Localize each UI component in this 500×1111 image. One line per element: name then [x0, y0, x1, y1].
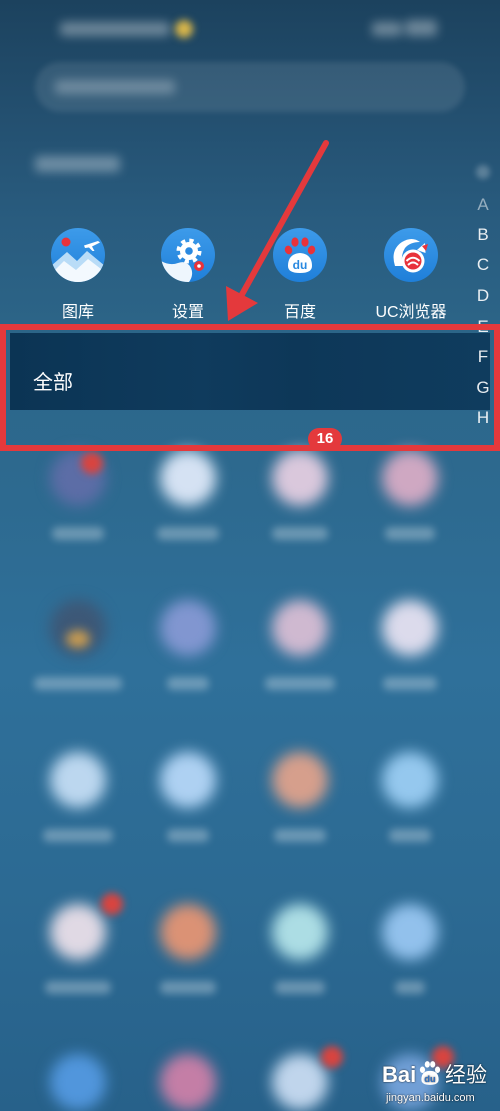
index-letter[interactable]: A [473, 195, 493, 215]
blurred-app-icon-detail [66, 630, 90, 648]
uc-browser-icon[interactable] [384, 228, 438, 282]
baidu-logo-text: du [293, 258, 308, 272]
blurred-app-label [272, 527, 328, 540]
blurred-app-label [43, 829, 113, 842]
blurred-app-icon [50, 904, 106, 960]
blurred-app-label [395, 981, 425, 994]
blurred-app-label [34, 677, 122, 690]
blurred-app-icon [272, 752, 328, 808]
app-label: 图库 [61, 304, 94, 321]
blurred-app-icon [272, 450, 328, 506]
blurred-app-label [160, 981, 216, 994]
blurred-app-icon [50, 1054, 106, 1110]
blurred-app-label [389, 829, 431, 842]
baidu-icon[interactable]: du [273, 228, 327, 282]
blurred-app-icon [272, 600, 328, 656]
watermark-brand-text: Bai [382, 1062, 417, 1087]
blurred-app-label [167, 677, 209, 690]
app-gallery[interactable]: 图库 [28, 228, 128, 328]
blurred-app-icon [160, 450, 216, 506]
index-letter[interactable]: B [473, 225, 493, 245]
app-drawer-screen: 图库 设置 du 百度 UC浏览器 全部 A B C D E F G H 16 … [0, 0, 500, 1111]
index-letter[interactable]: D [473, 286, 493, 306]
blurred-app-label [385, 527, 435, 540]
blurred-app-label [167, 829, 209, 842]
watermark-url: jingyan.baidu.com [386, 1092, 475, 1104]
blurred-app-icon [160, 1054, 216, 1110]
blurred-notification-dot [81, 452, 103, 474]
app-baidu[interactable]: du 百度 [250, 228, 350, 328]
blurred-app-label [157, 527, 219, 540]
watermark-logo-text: du [424, 1074, 435, 1084]
blurred-notification-dot [321, 1046, 343, 1068]
blurred-app-grid [0, 0, 500, 1111]
blurred-app-label [274, 829, 326, 842]
blurred-app-icon [272, 1054, 328, 1110]
blurred-app-icon [382, 600, 438, 656]
watermark-paw-icon: du [419, 1061, 441, 1085]
blurred-app-label [52, 527, 104, 540]
blurred-app-icon [272, 904, 328, 960]
blurred-app-label [383, 677, 437, 690]
app-label: UC浏览器 [375, 304, 447, 321]
watermark-product-text: 经验 [445, 1063, 487, 1087]
blurred-app-icon [160, 904, 216, 960]
app-settings[interactable]: 设置 [138, 228, 238, 328]
blurred-app-icon [160, 600, 216, 656]
blurred-app-label [275, 981, 325, 994]
blurred-app-icon [382, 904, 438, 960]
blurred-app-label [45, 981, 111, 994]
blurred-notification-dot [101, 893, 123, 915]
gallery-icon[interactable] [51, 228, 105, 282]
blurred-app-label [265, 677, 335, 690]
annotation-highlight-box [0, 324, 500, 451]
settings-icon[interactable] [161, 228, 215, 282]
app-label: 设置 [171, 304, 204, 321]
index-letter[interactable]: C [473, 255, 493, 275]
blurred-app-icon [50, 752, 106, 808]
blurred-app-icon [382, 752, 438, 808]
blurred-app-icon [160, 752, 216, 808]
blurred-app-icon [382, 450, 438, 506]
app-uc-browser[interactable]: UC浏览器 [361, 228, 461, 328]
app-label: 百度 [283, 304, 316, 321]
